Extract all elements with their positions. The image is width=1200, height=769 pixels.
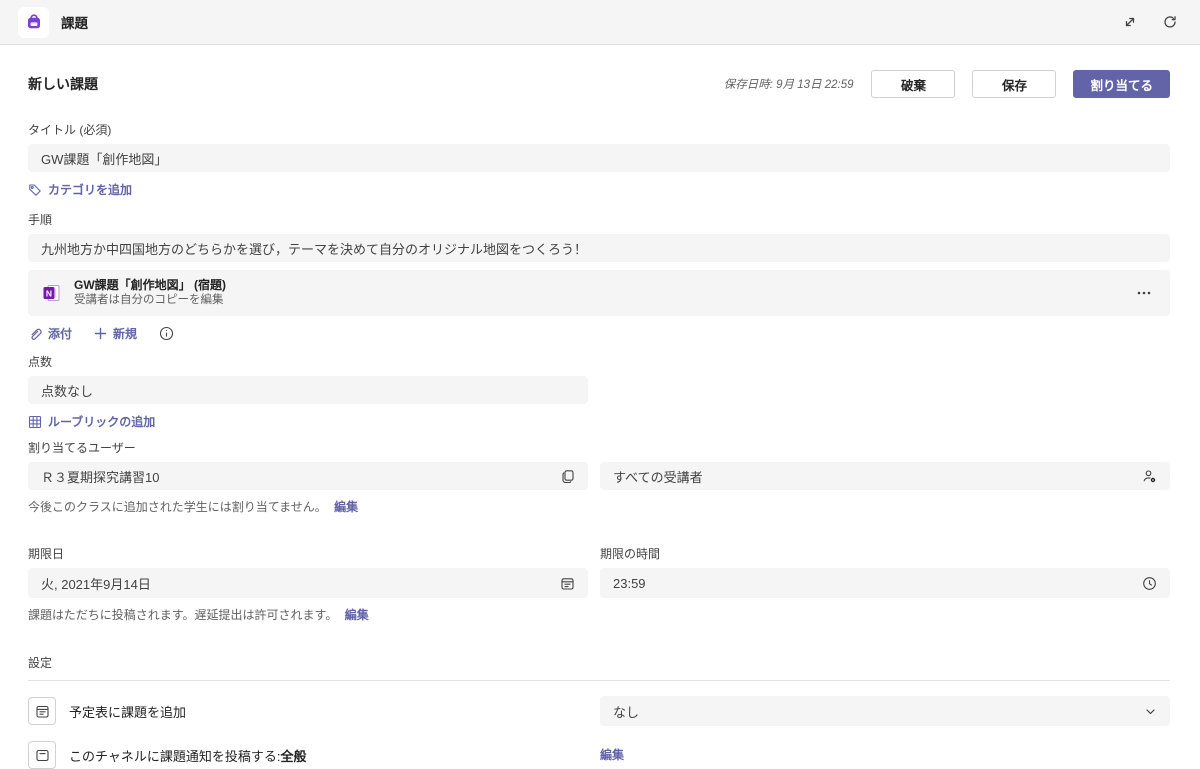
add-rubric-link[interactable]: ルーブリックの追加 [28,413,155,430]
students-value: すべての受講者 [613,469,703,485]
chevron-down-icon [1144,705,1157,718]
future-students-note: 今後このクラスに追加された学生には割り当てません。 編集 [28,498,1170,515]
instructions-label: 手順 [28,213,53,227]
tag-icon [28,183,42,197]
edit-channel-link[interactable]: 編集 [600,746,624,763]
people-settings-icon[interactable] [1142,469,1157,484]
assignment-header: 新しい課題 保存日時: 9月 13日 22:59 破棄 保存 割り当てる [28,70,1170,98]
students-input[interactable]: すべての受講者 [600,462,1170,490]
class-value: Ｒ３夏期探究講習10 [41,469,160,485]
new-link[interactable]: 新規 [94,325,137,342]
due-time-input[interactable]: 23:59 [600,568,1170,598]
saved-timestamp: 保存日時: 9月 13日 22:59 [723,79,854,91]
backpack-icon [25,13,43,31]
more-options-icon[interactable] [1136,285,1152,301]
due-time-label: 期限の時間 [600,547,661,561]
settings-heading: 設定 [28,656,53,670]
title-label: タイトル (必須) [28,123,112,137]
points-value: 点数なし [41,383,94,399]
attach-label: 添付 [48,327,73,341]
attachment-subtitle: 受講者は自分のコピーを編集 [74,294,224,307]
post-immediately-note: 課題はただちに投稿されます。遅延提出は許可されます。 編集 [28,606,1170,623]
onenote-icon: N [41,282,63,304]
add-category-link[interactable]: カテゴリを追加 [28,181,132,198]
expand-icon[interactable] [1122,14,1138,30]
future-note-text: 今後このクラスに追加された学生には割り当てません。 [28,500,327,514]
calendar-setting-row: 予定表に課題を追加 なし [28,696,1170,726]
due-date-value: 火, 2021年9月14日 [41,576,151,592]
points-input[interactable]: 点数なし [28,376,588,404]
settings-divider [28,680,1170,681]
calendar-add-icon [28,697,56,725]
channel-post-icon [28,741,56,769]
assignments-app-chip [18,6,49,38]
add-rubric-label: ルーブリックの追加 [48,415,156,429]
due-time-value: 23:59 [613,575,646,591]
attachment-title: GW課題「創作地図」 (宿題) [74,278,226,293]
new-label: 新規 [113,327,138,341]
channel-setting-label: このチャネルに課題通知を投稿する:全般 [69,746,307,765]
points-label: 点数 [28,355,53,369]
add-category-label: カテゴリを追加 [48,183,133,197]
title-input[interactable]: GW課題「創作地図」 [28,144,1170,172]
page-title: 新しい課題 [28,76,98,92]
calendar-option-dropdown[interactable]: なし [600,696,1170,726]
save-button[interactable]: 保存 [972,70,1057,98]
calendar-setting-label: 予定表に課題を追加 [69,704,187,720]
paperclip-icon [28,327,42,341]
due-date-input[interactable]: 火, 2021年9月14日 [28,568,588,598]
refresh-icon[interactable] [1162,14,1178,30]
plus-icon [94,327,107,340]
instructions-input[interactable]: 九州地方か中四国地方のどちらかを選び，テーマを決めて自分のオリジナル地図をつくろ… [28,234,1170,262]
class-input[interactable]: Ｒ３夏期探究講習10 [28,462,588,490]
title-value: GW課題「創作地図」 [41,151,168,167]
copy-icon[interactable] [561,469,575,483]
info-icon[interactable] [159,326,174,341]
edit-due-link[interactable]: 編集 [345,606,369,623]
attachment-card[interactable]: N GW課題「創作地図」 (宿題) 受講者は自分のコピーを編集 [28,270,1170,316]
due-date-label: 期限日 [28,547,65,561]
channel-setting-value: 全般 [280,748,307,764]
assign-button[interactable]: 割り当てる [1073,70,1170,98]
calendar-icon[interactable] [560,576,575,591]
rubric-grid-icon [28,415,42,429]
instructions-value: 九州地方か中四国地方のどちらかを選び，テーマを決めて自分のオリジナル地図をつくろ… [41,241,588,257]
channel-setting-row: このチャネルに課題通知を投稿する:全般 編集 [28,741,1170,769]
assign-to-label: 割り当てるユーザー [28,441,136,455]
channel-setting-text: このチャネルに課題通知を投稿する: [69,748,281,764]
svg-text:N: N [46,289,52,299]
post-note-text: 課題はただちに投稿されます。遅延提出は許可されます。 [28,608,338,622]
clock-icon[interactable] [1142,576,1157,591]
calendar-option-value: なし [613,704,640,720]
app-topbar: 課題 [0,0,1200,45]
attach-link[interactable]: 添付 [28,325,72,342]
discard-button[interactable]: 破棄 [871,70,956,98]
edit-assign-link[interactable]: 編集 [334,498,358,515]
app-title: 課題 [61,16,88,31]
